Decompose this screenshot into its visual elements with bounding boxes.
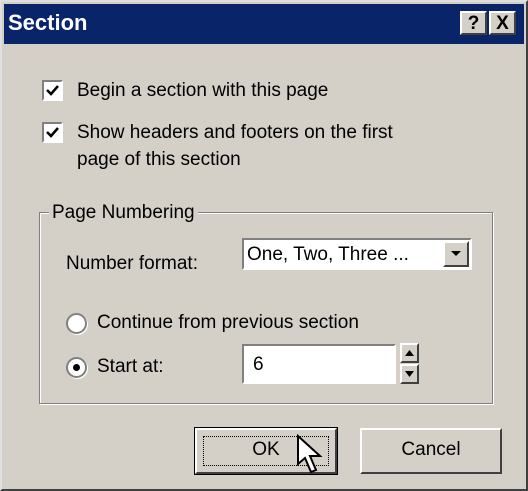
number-format-value: One, Two, Three ... (247, 244, 409, 265)
spin-up-icon (405, 350, 414, 356)
show-headers-label-line1[interactable]: Show headers and footers on the first (77, 121, 393, 144)
begin-section-checkbox[interactable] (42, 80, 63, 101)
mouse-cursor-icon (297, 434, 323, 474)
section-dialog: Section ? X Begin a section with this pa… (0, 0, 528, 491)
begin-section-label[interactable]: Begin a section with this page (77, 79, 328, 102)
window-title: Section (8, 10, 88, 35)
spin-down-button[interactable] (400, 364, 419, 384)
number-format-select[interactable]: One, Two, Three ... (242, 238, 472, 270)
checkmark-icon (46, 85, 59, 96)
spin-up-button[interactable] (400, 343, 419, 363)
start-at-radio[interactable] (66, 357, 87, 378)
cancel-button[interactable]: Cancel (360, 428, 502, 474)
title-bar[interactable]: Section ? X (4, 4, 524, 44)
start-at-input[interactable]: 6 (242, 344, 396, 384)
page-numbering-group-label: Page Numbering (49, 201, 198, 224)
help-button[interactable]: ? (460, 11, 487, 35)
chevron-down-icon (451, 251, 461, 256)
cancel-button-label: Cancel (401, 439, 461, 460)
radio-selected-dot (73, 364, 80, 371)
show-headers-label-line2[interactable]: page of this section (77, 148, 241, 171)
spin-down-icon (405, 371, 414, 377)
number-format-dropdown-button[interactable] (443, 241, 469, 267)
start-at-value: 6 (253, 354, 264, 375)
checkmark-icon (46, 127, 59, 138)
show-headers-checkbox[interactable] (42, 122, 63, 143)
number-format-label: Number format: (66, 253, 198, 274)
start-at-label[interactable]: Start at: (97, 355, 164, 378)
continue-label[interactable]: Continue from previous section (97, 311, 359, 334)
close-button[interactable]: X (489, 11, 516, 35)
continue-radio[interactable] (66, 313, 87, 334)
